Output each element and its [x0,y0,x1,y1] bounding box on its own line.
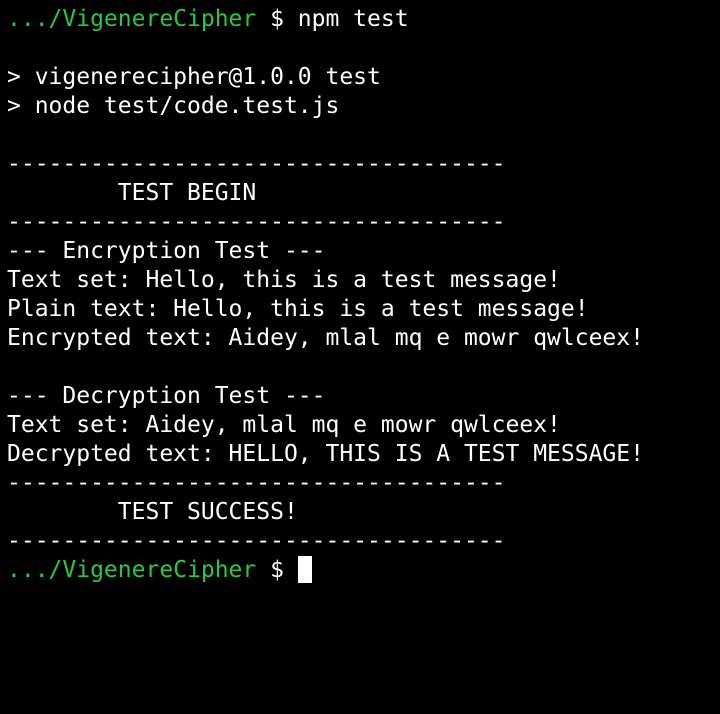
output-line-divider: ------------------------------------ [7,470,506,496]
command-text: npm test [297,6,409,32]
output-line-encryption-header: --- Encryption Test --- [7,238,326,264]
output-line-divider: ------------------------------------ [7,528,506,554]
output-line-script-name: > vigenerecipher@1.0.0 test [7,64,381,90]
prompt-line: .../VigenereCipher $ npm test [7,5,720,34]
prompt-symbol: $ [256,557,298,583]
output-line-divider: ------------------------------------ [7,209,506,235]
output-line-script-command: > node test/code.test.js [7,93,340,119]
output-line-text-set: Text set: Aidey, mlal mq e mowr qwlceex! [7,412,561,438]
output-line-plain-text: Plain text: Hello, this is a test messag… [7,296,589,322]
final-prompt-line[interactable]: .../VigenereCipher $ [7,556,720,585]
prompt-path: .../VigenereCipher [7,557,257,583]
output-line-decrypted-text: Decrypted text: HELLO, THIS IS A TEST ME… [7,441,644,467]
output-line-decryption-header: --- Decryption Test --- [7,383,326,409]
output-line-blank [7,34,720,63]
output-line-encrypted-text: Encrypted text: Aidey, mlal mq e mowr qw… [7,325,644,351]
output-line-test-begin: TEST BEGIN [7,180,257,206]
output-line-blank [7,121,720,150]
prompt-path: .../VigenereCipher [7,6,257,32]
terminal-window[interactable]: .../VigenereCipher $ npm test > vigenere… [0,0,720,714]
output-line-blank [7,353,720,382]
output-line-text-set: Text set: Hello, this is a test message! [7,267,561,293]
prompt-symbol: $ [256,6,298,32]
output-line-test-success: TEST SUCCESS! [7,499,298,525]
text-cursor[interactable] [297,556,312,583]
output-line-divider: ------------------------------------ [7,151,506,177]
